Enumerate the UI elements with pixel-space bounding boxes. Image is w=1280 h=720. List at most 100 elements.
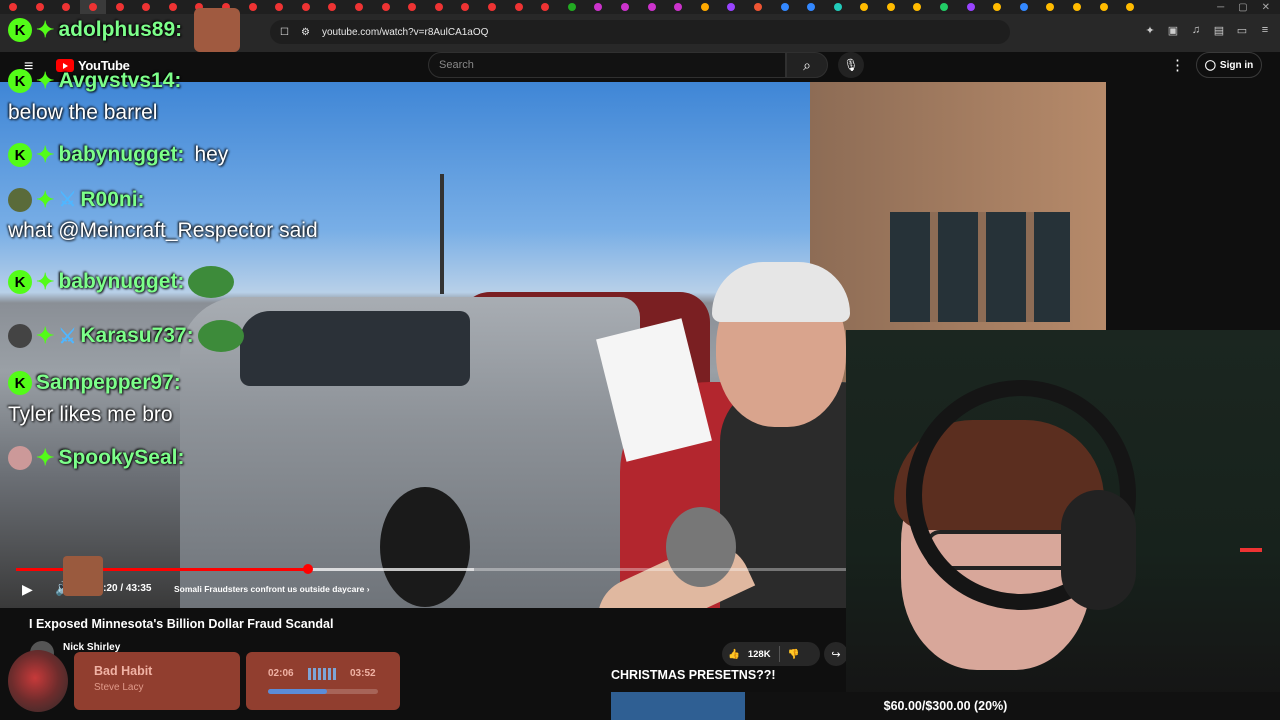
like-dislike-group: 👍 128K 👎 <box>722 642 820 666</box>
tab-search-icon[interactable]: ▣ <box>1166 24 1180 37</box>
browser-address-bar: ☐ ⚙ youtube.com/watch?v=r8AulCA1aOQ ✦ ▣ … <box>0 14 1280 52</box>
media-icon[interactable]: ♫ <box>1189 24 1203 37</box>
browser-tab[interactable] <box>319 0 346 14</box>
browser-tab[interactable] <box>399 0 426 14</box>
browser-tab[interactable] <box>771 0 798 14</box>
chapter-title[interactable]: Somali Fraudsters confront us outside da… <box>174 584 370 594</box>
browser-tab[interactable] <box>612 0 639 14</box>
goal-label: CHRISTMAS PRESETNS??! <box>611 668 776 682</box>
browser-tab[interactable] <box>851 0 878 14</box>
window-controls: ─ ▢ ✕ <box>1217 0 1280 14</box>
browser-tab[interactable] <box>558 0 585 14</box>
browser-tab[interactable] <box>638 0 665 14</box>
kick-icon: K <box>8 69 32 93</box>
browser-tab[interactable] <box>239 0 266 14</box>
favicon-icon <box>1019 3 1028 11</box>
sparkle-icon: ✦ <box>36 445 55 470</box>
song-progress <box>268 689 378 694</box>
thumbs-up-icon[interactable]: 👍 <box>728 649 740 660</box>
play-icon[interactable]: ▶ <box>22 581 33 598</box>
sign-in-button[interactable]: ◯ Sign in <box>1196 52 1262 78</box>
browser-tab[interactable] <box>106 0 133 14</box>
sword-icon: ⚔ <box>58 325 77 348</box>
favicon-icon <box>594 3 603 11</box>
browser-tab[interactable] <box>931 0 958 14</box>
browser-tab[interactable] <box>745 0 772 14</box>
browser-tab[interactable] <box>878 0 905 14</box>
thumbs-down-icon[interactable]: 👎 <box>788 649 800 660</box>
stream-screen: ─ ▢ ✕ ☐ ⚙ youtube.com/watch?v=r8AulCA1aO… <box>0 0 1280 720</box>
browser-tab[interactable] <box>372 0 399 14</box>
browser-tab[interactable] <box>1037 0 1064 14</box>
browser-tab[interactable] <box>718 0 745 14</box>
pepe-emote <box>197 320 244 352</box>
search-input[interactable]: Search <box>428 52 786 78</box>
sparkle-icon: ✦ <box>36 17 55 42</box>
browser-tab[interactable] <box>691 0 718 14</box>
browser-tab[interactable] <box>585 0 612 14</box>
browser-tab[interactable] <box>452 0 479 14</box>
chat-message: ✦ ⚔ R00ni: <box>8 187 145 212</box>
sidebar-icon[interactable]: ▤ <box>1212 24 1226 37</box>
chat-message-text: below the barrel <box>8 101 158 124</box>
browser-tab[interactable] <box>1011 0 1038 14</box>
browser-tab[interactable] <box>27 0 54 14</box>
menu-icon[interactable]: ≡ <box>1258 24 1272 37</box>
favicon-icon <box>966 3 975 11</box>
browser-tab[interactable] <box>346 0 373 14</box>
browser-tab[interactable] <box>79 0 107 14</box>
minimize-icon[interactable]: ─ <box>1217 2 1224 13</box>
url-field[interactable]: ☐ ⚙ youtube.com/watch?v=r8AulCA1aOQ <box>270 20 1010 44</box>
user-icon: ◯ <box>1204 59 1216 71</box>
kick-icon: K <box>8 143 32 167</box>
favicon-icon <box>860 3 869 11</box>
favicon-icon <box>940 3 949 11</box>
browser-tab[interactable] <box>293 0 320 14</box>
voice-search-button[interactable]: 🎙 <box>838 52 864 78</box>
favicon-icon <box>355 3 364 11</box>
maximize-icon[interactable]: ▢ <box>1238 2 1247 13</box>
user-avatar <box>8 324 32 348</box>
extensions-icon[interactable]: ✦ <box>1143 24 1157 37</box>
sparkle-icon: ✦ <box>36 323 55 348</box>
favicon-icon <box>461 3 470 11</box>
site-info-icon[interactable]: ⚙ <box>301 27 310 38</box>
browser-tab[interactable] <box>266 0 293 14</box>
browser-tab[interactable] <box>798 0 825 14</box>
browser-tab[interactable] <box>984 0 1011 14</box>
browser-tab[interactable] <box>426 0 453 14</box>
bookmark-icon[interactable]: ☐ <box>280 27 289 38</box>
browser-tab[interactable] <box>532 0 559 14</box>
browser-tab[interactable] <box>1117 0 1144 14</box>
browser-tab[interactable] <box>1090 0 1117 14</box>
browser-tab[interactable] <box>0 0 27 14</box>
song-total: 03:52 <box>350 668 376 679</box>
chat-message: K ✦ babynugget: <box>8 266 235 298</box>
browser-tab[interactable] <box>824 0 851 14</box>
close-icon[interactable]: ✕ <box>1262 2 1270 13</box>
favicon-icon <box>301 3 310 11</box>
progress-played <box>16 568 309 571</box>
browser-tab[interactable] <box>665 0 692 14</box>
search-button[interactable]: ⌕ <box>786 52 828 78</box>
chevron-right-icon: › <box>366 584 370 594</box>
browser-tab[interactable] <box>160 0 187 14</box>
browser-tab[interactable] <box>505 0 532 14</box>
favicon-icon <box>328 3 337 11</box>
browser-tab[interactable] <box>957 0 984 14</box>
browser-tab[interactable] <box>53 0 80 14</box>
browser-tab[interactable] <box>479 0 506 14</box>
browser-tab[interactable] <box>1064 0 1091 14</box>
favicon-icon <box>620 3 629 11</box>
waveform-icon <box>308 668 338 680</box>
favicon-icon <box>700 3 709 11</box>
favicon-icon <box>142 3 151 11</box>
wallet-icon[interactable]: ▭ <box>1235 24 1249 37</box>
browser-tab[interactable] <box>133 0 160 14</box>
microphone-windscreen <box>666 507 736 587</box>
browser-tab[interactable] <box>904 0 931 14</box>
favicon-icon <box>62 3 71 11</box>
favicon-icon <box>1126 3 1135 11</box>
share-button[interactable]: ↪ <box>824 642 848 666</box>
more-options-icon[interactable]: ⋮ <box>1170 56 1185 74</box>
